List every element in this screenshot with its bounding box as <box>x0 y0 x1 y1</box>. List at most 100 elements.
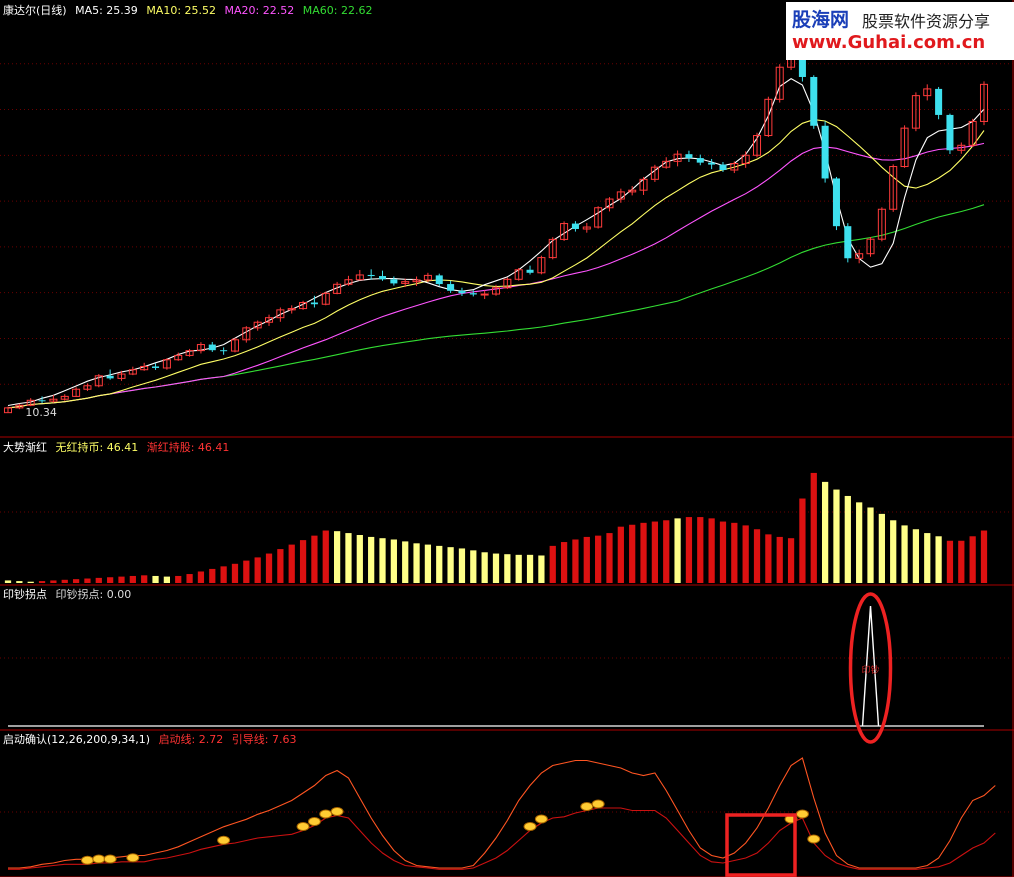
trend-bar <box>186 574 193 583</box>
candle-body <box>469 293 477 295</box>
trend-bar <box>254 557 261 583</box>
candle-body <box>152 366 160 368</box>
guide-line-legend: 引导线: 7.63 <box>231 733 297 746</box>
candle-body <box>821 125 829 179</box>
trend-bar <box>458 548 466 583</box>
trend-bar <box>776 536 783 583</box>
trend-bar <box>890 520 897 583</box>
candle-body <box>447 284 455 291</box>
trend-bar <box>356 535 363 583</box>
trend-bar <box>856 502 863 583</box>
trend-bar <box>447 547 454 583</box>
highlight-box <box>725 813 797 877</box>
launch-line-legend: 启动线: 2.72 <box>158 733 224 746</box>
turning-point-panel-header: 印钞拐点 印钞拐点: 0.00 <box>3 588 136 601</box>
candle-body <box>480 293 489 296</box>
candle-body <box>220 350 228 352</box>
watermark-url: www.Guhai.com.cn <box>792 32 986 53</box>
trend-bar <box>742 525 749 583</box>
candle-body <box>844 226 852 259</box>
trend-bar <box>368 536 375 583</box>
gold-ingot-icon <box>591 799 605 809</box>
gold-ingot-icon <box>795 809 809 819</box>
low-price-label: 10.34 <box>25 406 57 419</box>
trend-bar <box>299 540 307 583</box>
ma10-line <box>7 119 985 409</box>
trend-bar <box>617 526 624 583</box>
trend-bar <box>402 541 409 583</box>
trend-bar <box>61 579 68 583</box>
trend-bar <box>969 536 976 583</box>
trend-bar <box>265 553 273 583</box>
trend-bar <box>685 517 693 583</box>
turning-point-marker: 印钞 <box>862 664 880 676</box>
candle-body <box>38 400 46 402</box>
trend-bar <box>492 553 500 583</box>
trend-bar <box>697 517 704 583</box>
trend-bar <box>878 513 885 583</box>
trend-bar <box>107 577 114 583</box>
ma60-line <box>7 204 985 409</box>
trend-bar <box>470 550 477 583</box>
trend-bar <box>640 522 647 583</box>
candle-body <box>708 162 716 165</box>
trend-bar <box>674 518 681 583</box>
trend-bar <box>980 530 988 583</box>
trend-bar <box>708 518 715 583</box>
trend-bar <box>821 481 829 583</box>
trend-bar <box>663 520 670 583</box>
trend-bar <box>901 525 908 583</box>
trend-bar <box>436 545 443 583</box>
trend-bar <box>27 581 34 583</box>
candle-body <box>946 114 954 151</box>
trend-bar <box>333 531 341 583</box>
turning-point-legend: 印钞拐点: 0.00 <box>55 588 132 601</box>
trend-bar <box>765 534 772 583</box>
trend-bar <box>50 580 57 583</box>
trend-bar <box>515 554 522 583</box>
trend-bar <box>526 554 534 583</box>
gold-ingot-icon <box>807 834 821 844</box>
trend-bar <box>924 533 931 583</box>
trend-bar <box>935 536 942 583</box>
gold-ingot-icon <box>80 855 94 865</box>
candle-body <box>458 290 466 294</box>
trend-bar <box>413 543 420 583</box>
trend-bar <box>163 576 171 583</box>
trend-bar <box>958 540 965 583</box>
trend-bar <box>4 580 12 583</box>
watermark-logo: 股海网 股票软件资源分享 www.Guhai.com.cn <box>786 2 1014 60</box>
guide-line <box>8 757 996 869</box>
launch-line <box>8 807 996 870</box>
candle-body <box>390 279 398 284</box>
trend-bar <box>629 524 636 583</box>
trend-bar <box>345 533 352 583</box>
launch-panel-header: 启动确认(12,26,200,9,34,1) 启动线: 2.72 引导线: 7.… <box>3 733 301 746</box>
trend-bar <box>504 554 511 583</box>
trend-bar <box>118 576 125 583</box>
candle-body <box>526 269 534 273</box>
ma60-legend: MA60: 22.62 <box>302 4 373 17</box>
trend-bar <box>560 542 568 583</box>
trend-bar <box>731 522 738 583</box>
trend-legend-hold-stock: 渐红持股: 46.41 <box>146 441 230 454</box>
trend-bar <box>152 575 159 583</box>
trend-bar <box>787 538 795 583</box>
trend-bar <box>129 575 136 583</box>
candle-body <box>685 154 693 159</box>
candle-body <box>810 76 818 126</box>
gold-ingot-icon <box>523 822 537 831</box>
gold-ingot-icon <box>534 814 548 824</box>
watermark-slogan: 股票软件资源分享 <box>862 12 991 31</box>
candle-body <box>935 88 943 115</box>
trend-bar <box>572 539 579 583</box>
trend-bar <box>595 535 602 583</box>
trend-bar <box>288 544 295 583</box>
trend-panel-header: 大势渐红 无红持币: 46.41 渐红持股: 46.41 <box>3 441 234 454</box>
gold-ingot-icon <box>126 853 140 863</box>
candle-body <box>310 302 318 305</box>
candle-body <box>571 223 579 229</box>
trend-bar <box>912 529 920 583</box>
trend-bar <box>538 555 545 583</box>
candle-body <box>832 178 840 227</box>
